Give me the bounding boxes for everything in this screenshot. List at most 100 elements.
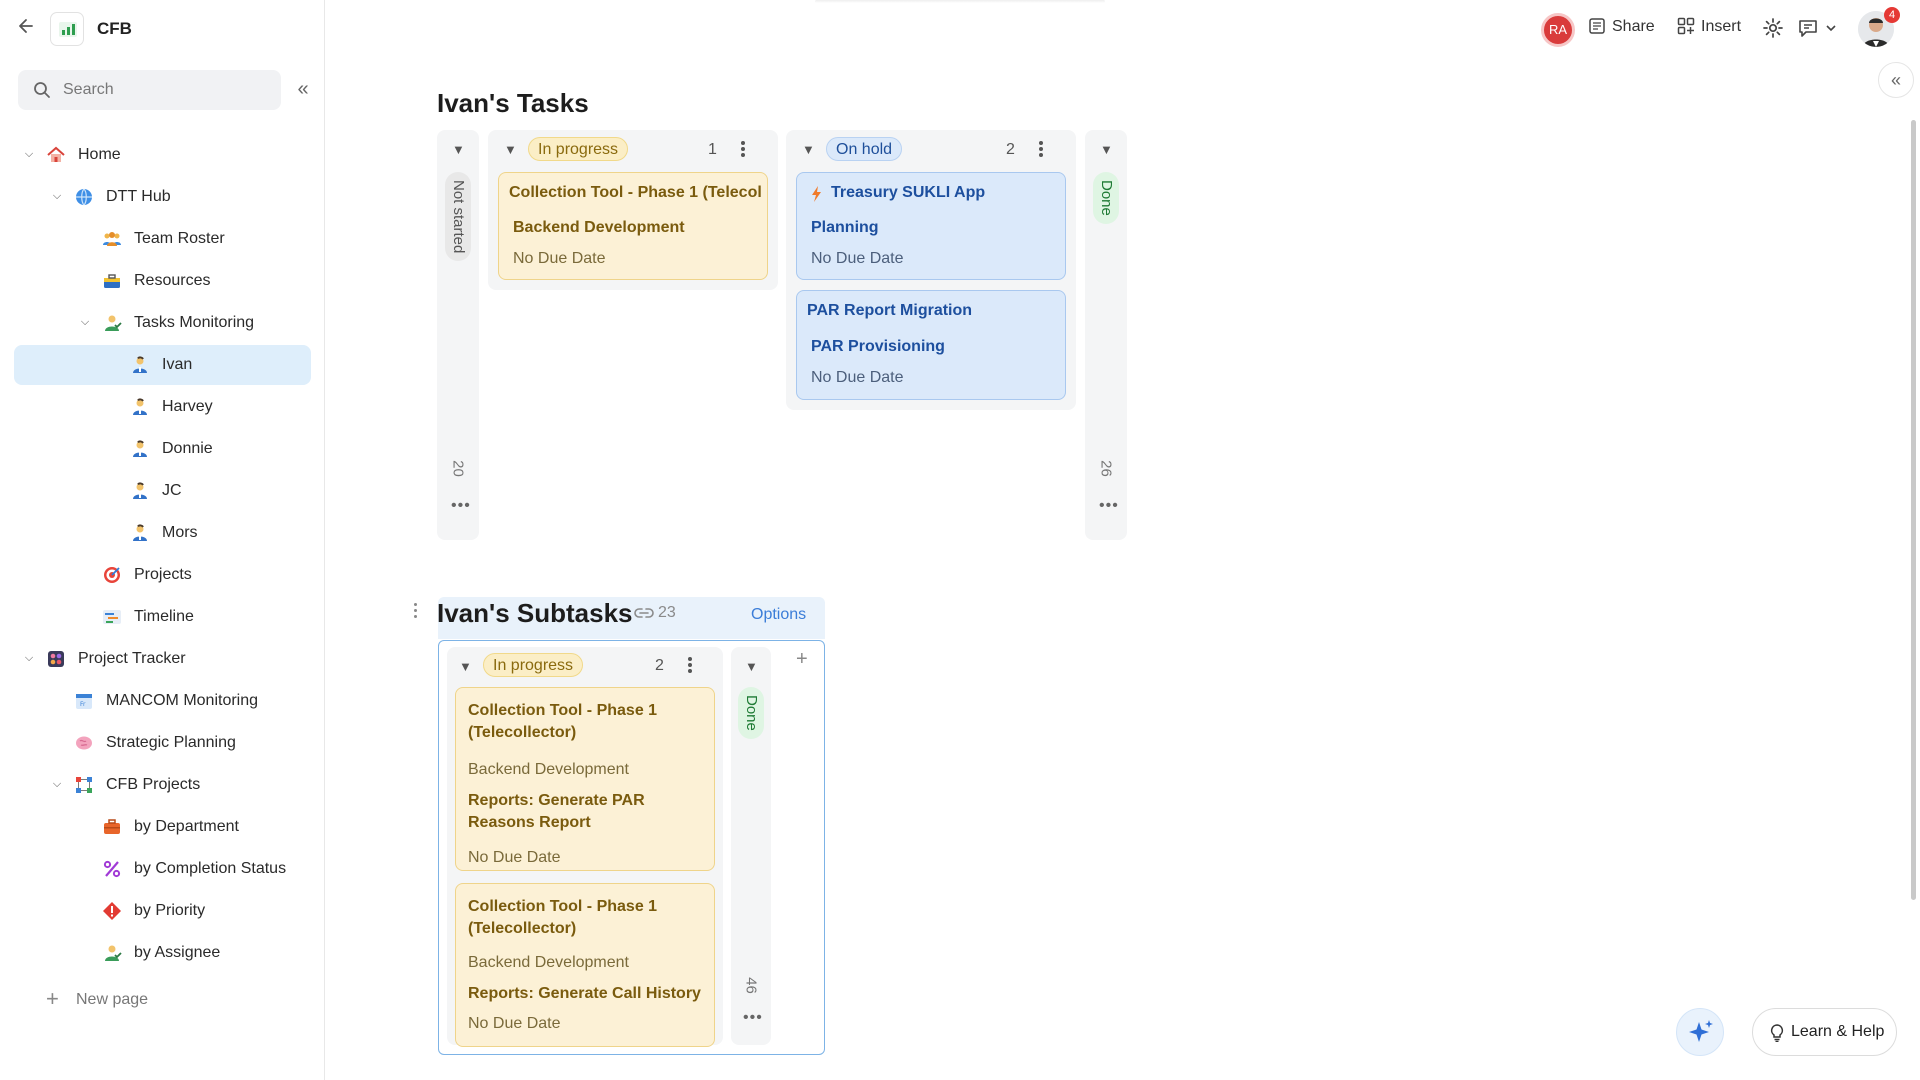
sidebar-item-mancom-monitoring[interactable]: Fr MANCOM Monitoring — [14, 681, 311, 721]
sidebar-item-team-roster[interactable]: Team Roster — [14, 219, 311, 259]
sidebar-item-label: Project Tracker — [78, 650, 186, 667]
column-menu-icon[interactable] — [1038, 141, 1044, 159]
card-title: Treasury SUKLI App — [831, 184, 986, 201]
person-icon — [133, 356, 147, 373]
more-icon[interactable]: ••• — [743, 1009, 763, 1027]
subtask-column-in-progress: ▼ In progress 2 Collection Tool - Phase … — [447, 647, 723, 1047]
task-card[interactable]: Collection Tool - Phase 1 (Telecollector… — [498, 172, 768, 280]
document-icon — [1589, 18, 1605, 34]
sidebar-item-by-completion-status[interactable]: by Completion Status — [14, 849, 311, 889]
sidebar-item-tasks-monitoring[interactable]: ⌵ Tasks Monitoring — [14, 303, 311, 343]
column-done[interactable]: ▼ Done 26 ••• — [1085, 130, 1127, 540]
status-label: Done — [1093, 172, 1119, 224]
sidebar-item-home[interactable]: ⌵ Home — [14, 135, 311, 175]
expand-panel-icon[interactable]: « — [1878, 62, 1914, 98]
sidebar-item-dtt-hub[interactable]: ⌵ DTT Hub — [14, 177, 311, 217]
sidebar-item-mors[interactable]: Mors — [14, 513, 311, 553]
doc-logo-icon[interactable] — [50, 12, 84, 46]
sidebar-item-project-tracker[interactable]: ⌵ Project Tracker — [14, 639, 311, 679]
calendar-icon: Fr — [76, 694, 92, 709]
sidebar-item-label: DTT Hub — [106, 188, 171, 205]
lightbulb-icon — [1770, 1024, 1784, 1042]
sidebar-item-jc[interactable]: JC — [14, 471, 311, 511]
chevron-down-icon[interactable]: ⌵ — [50, 777, 64, 791]
drag-handle-icon[interactable] — [412, 603, 418, 621]
status-pill-in-progress[interactable]: In progress — [528, 137, 629, 161]
subtasks-board: ▼ In progress 2 Collection Tool - Phase … — [438, 640, 825, 1055]
collapse-triangle-icon[interactable]: ▼ — [1100, 142, 1113, 157]
collapse-sidebar-icon[interactable]: « — [292, 78, 314, 100]
chevron-down-icon[interactable]: ⌵ — [22, 147, 36, 161]
status-pill-on-hold[interactable]: On hold — [826, 137, 903, 161]
sidebar-item-by-priority[interactable]: by Priority — [14, 891, 311, 931]
subtask-card[interactable]: Collection Tool - Phase 1 (Telecollector… — [455, 883, 715, 1047]
avatar[interactable]: RA — [1541, 13, 1575, 47]
column-not-started[interactable]: ▼ Not started 20 ••• — [437, 130, 479, 540]
brain-icon — [76, 736, 92, 750]
card-due-date: No Due Date — [811, 250, 904, 267]
share-button[interactable]: Share — [1588, 17, 1655, 41]
sidebar-item-cfb-projects[interactable]: ⌵ CFB Projects — [14, 765, 311, 805]
collapse-triangle-icon[interactable]: ▼ — [745, 659, 758, 674]
sidebar-item-label: Donnie — [162, 440, 213, 457]
sidebar-item-timeline[interactable]: Timeline — [14, 597, 311, 637]
subtask-card[interactable]: Collection Tool - Phase 1 (Telecollector… — [455, 687, 715, 871]
chevron-down-icon[interactable]: ⌵ — [22, 651, 36, 665]
search-input[interactable]: Search — [18, 70, 281, 110]
sidebar-item-label: MANCOM Monitoring — [106, 692, 259, 709]
exclamation-icon — [103, 902, 121, 920]
sidebar-item-label: Team Roster — [134, 230, 225, 247]
card-due-date: No Due Date — [811, 369, 904, 386]
card-project: Collection Tool - Phase 1 (Telecollector… — [468, 898, 658, 937]
scrollbar[interactable] — [1911, 120, 1916, 900]
lightning-icon — [812, 186, 821, 202]
back-arrow-icon[interactable] — [14, 16, 38, 40]
column-count: 2 — [1006, 141, 1015, 158]
team-icon — [103, 232, 121, 246]
task-card[interactable]: Treasury SUKLI App Planning No Due Date — [796, 172, 1066, 280]
briefcase-icon — [104, 819, 120, 834]
column-menu-icon[interactable] — [740, 141, 746, 159]
column-menu-icon[interactable] — [687, 657, 693, 675]
more-icon[interactable]: ••• — [451, 497, 471, 515]
more-icon[interactable]: ••• — [1099, 497, 1119, 515]
link-count[interactable]: 23 — [634, 604, 676, 622]
timeline-icon — [103, 610, 121, 624]
sidebar-item-harvey[interactable]: Harvey — [14, 387, 311, 427]
collapse-triangle-icon[interactable]: ▼ — [459, 659, 472, 674]
sidebar-item-label: by Department — [134, 818, 239, 835]
sidebar-item-by-assignee[interactable]: by Assignee — [14, 933, 311, 973]
insert-button[interactable]: Insert — [1677, 17, 1741, 41]
tasks-title: Ivan's Tasks — [437, 88, 589, 118]
sidebar-item-label: CFB Projects — [106, 776, 201, 793]
learn-help-button[interactable]: Learn & Help — [1752, 1008, 1897, 1056]
sidebar-item-resources[interactable]: Resources — [14, 261, 311, 301]
status-pill-in-progress[interactable]: In progress — [483, 653, 584, 677]
sidebar-item-by-department[interactable]: by Department — [14, 807, 311, 847]
sidebar-item-ivan[interactable]: Ivan — [14, 345, 311, 385]
column-count: 26 — [1097, 460, 1115, 477]
subtask-column-done[interactable]: ▼ Done 46 ••• — [731, 647, 771, 1045]
plus-icon: + — [46, 986, 59, 1011]
grid-icon — [48, 651, 64, 667]
gear-icon[interactable] — [1761, 16, 1787, 42]
collapse-triangle-icon[interactable]: ▼ — [802, 142, 815, 157]
person-icon — [133, 398, 147, 415]
sidebar-item-donnie[interactable]: Donnie — [14, 429, 311, 469]
chevron-down-icon[interactable]: ⌵ — [78, 315, 92, 329]
ai-assistant-button[interactable] — [1676, 1008, 1724, 1056]
task-card[interactable]: PAR Report Migration PAR Provisioning No… — [796, 290, 1066, 400]
sidebar-item-label: Mors — [162, 524, 198, 541]
add-column-icon[interactable]: + — [796, 648, 808, 671]
collapse-triangle-icon[interactable]: ▼ — [504, 142, 517, 157]
chevron-down-icon[interactable]: ⌵ — [50, 189, 64, 203]
card-due-date: No Due Date — [468, 849, 561, 866]
column-count: 20 — [449, 460, 467, 477]
sidebar-item-label: Timeline — [134, 608, 194, 625]
options-button[interactable]: Options — [751, 606, 806, 624]
comments-icon[interactable] — [1796, 16, 1844, 42]
collapse-triangle-icon[interactable]: ▼ — [452, 142, 465, 157]
doc-title[interactable]: CFB — [97, 19, 132, 39]
sidebar-item-strategic-planning[interactable]: Strategic Planning — [14, 723, 311, 763]
sidebar-item-projects[interactable]: Projects — [14, 555, 311, 595]
